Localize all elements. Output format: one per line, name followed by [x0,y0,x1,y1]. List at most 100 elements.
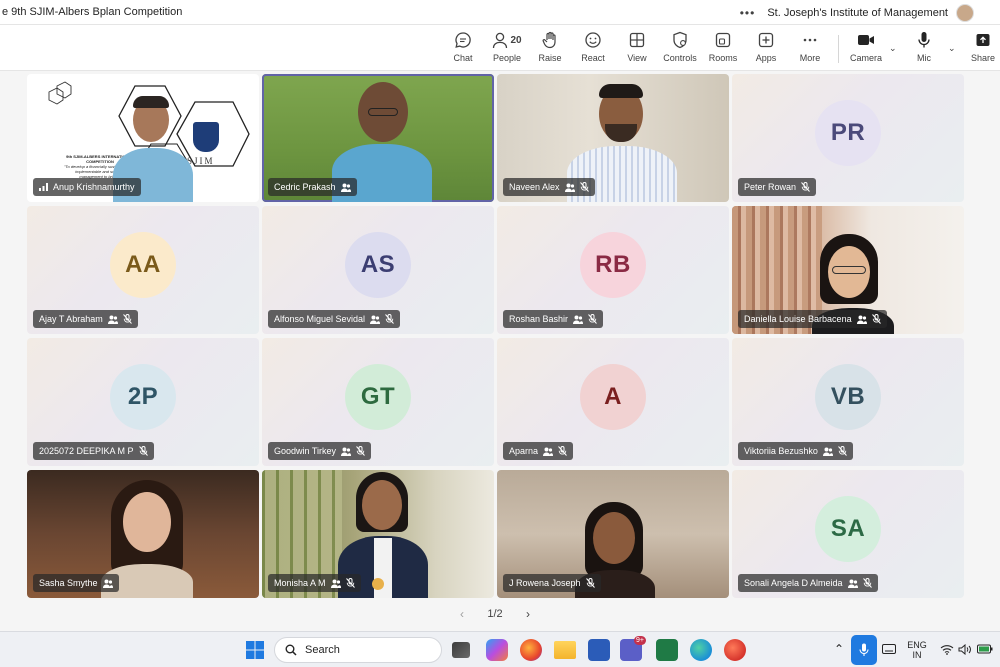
keyboard-icon[interactable] [882,644,896,654]
participant-tile[interactable]: J Rowena Joseph [497,470,729,598]
taskbar-search[interactable] [274,637,442,663]
mic-options-chevron-icon[interactable]: ⌄ [948,43,956,54]
smiley-icon [584,29,602,51]
people-shared-icon [573,315,584,324]
people-icon: 20 [492,29,522,51]
search-input[interactable] [305,644,425,656]
participant-name-tag: Sonali Angela D Almeida [738,574,878,592]
mic-muted-icon [345,578,355,588]
windows-start-icon[interactable] [244,639,266,661]
toolbar-divider [838,35,839,63]
apps-button[interactable]: Apps [753,29,779,67]
participant-name-tag: 2025072 DEEPIKA M P [33,442,154,460]
previous-page-chevron-icon[interactable]: ‹ [460,607,464,621]
people-shared-icon [107,315,118,324]
reaction-emoji-icon [372,578,384,590]
mic-muted-icon [871,314,881,324]
participant-tile[interactable]: Naveen Alex [497,74,729,202]
mic-muted-icon [588,314,597,324]
participant-tile[interactable]: RB Roshan Bashir [497,206,729,334]
participant-name-tag: Ajay T Abraham [33,310,138,328]
user-avatar[interactable] [956,3,974,22]
react-button[interactable]: React [580,29,606,67]
show-hidden-icons-chevron-icon[interactable]: ⌃ [834,642,844,656]
participant-tile[interactable]: 2P 2025072 DEEPIKA M P [27,338,259,466]
language-indicator[interactable]: ENG IN [904,640,930,660]
meeting-title: e 9th SJIM-Albers Bplan Competition [2,6,183,18]
battery-icon[interactable] [977,644,993,654]
rooms-icon [715,29,731,51]
teams-notification-badge: 9+ [634,636,646,645]
participant-tile[interactable]: GT Goodwin Tirkey [262,338,494,466]
participant-name-tag: Monisha A M [268,574,361,592]
participant-avatar-initials: A [580,364,646,430]
people-shared-icon [847,579,858,588]
participant-name-tag: Naveen Alex [503,178,595,196]
participant-avatar-initials: VB [815,364,881,430]
participant-tile[interactable]: Monisha A M [262,470,494,598]
ellipsis-icon [802,29,818,51]
more-options-icon[interactable]: ••• [740,6,756,20]
participant-name-tag: Roshan Bashir [503,310,604,328]
view-button[interactable]: View [624,29,650,67]
signal-bars-icon [39,183,48,191]
raise-hand-button[interactable]: Raise [537,29,563,67]
copilot-icon[interactable] [486,639,508,661]
participant-tile[interactable]: AA Ajay T Abraham [27,206,259,334]
people-shared-icon [102,579,113,588]
mic-muted-icon [838,446,847,456]
more-button[interactable]: More [796,29,824,67]
mic-muted-icon [138,446,148,456]
participant-name-tag: Viktoriia Bezushko [738,442,853,460]
rooms-button[interactable]: Rooms [709,29,737,67]
participant-tile[interactable]: Sasha Smythe [27,470,259,598]
voice-typing-button[interactable] [851,635,877,665]
people-button[interactable]: 20 People [491,29,523,67]
controls-button[interactable]: Controls [662,29,698,67]
camera-options-chevron-icon[interactable]: ⌄ [889,43,897,54]
participant-avatar-initials: GT [345,364,411,430]
plus-box-icon [758,29,774,51]
chat-icon [454,29,472,51]
volume-icon[interactable] [958,644,972,655]
people-shared-icon [564,183,575,192]
participant-tile[interactable]: SA Sonali Angela D Almeida [732,470,964,598]
participant-name-tag: Aparna [503,442,574,460]
grid-pager: ‹ 1/2 › [460,606,530,622]
participant-tile[interactable]: VB Viktoriia Bezushko [732,338,964,466]
participant-tile[interactable]: PR Peter Rowan [732,74,964,202]
participant-name-tag: Daniella Louise Barbacena [738,310,887,328]
participant-avatar-initials: PR [815,100,881,166]
participant-tile-active-speaker[interactable]: Cedric Prakash [262,74,494,202]
participant-tile[interactable]: Daniella Louise Barbacena [732,206,964,334]
participant-avatar-initials: SA [815,496,881,562]
chat-button[interactable]: Chat [449,29,477,67]
task-view-icon[interactable] [452,642,470,658]
excel-icon[interactable] [656,639,678,661]
participant-tile[interactable]: SJIM 9th SJIM-ALBERS INTERNATIONAL COMPE… [27,74,259,202]
mic-button[interactable]: Mic [912,29,936,67]
page-indicator: 1/2 [487,608,503,620]
participant-avatar-initials: RB [580,232,646,298]
participant-avatar-initials: 2P [110,364,176,430]
participant-tile[interactable]: A Aparna [497,338,729,466]
grid-view-icon [629,29,645,51]
title-bar: e 9th SJIM-Albers Bplan Competition ••• … [0,0,1000,25]
word-icon[interactable] [588,639,610,661]
next-page-chevron-icon[interactable]: › [526,607,530,621]
mic-muted-icon [122,314,132,324]
people-shared-icon [341,447,352,456]
participant-name-tag: Alfonso Miguel Sevidal [268,310,401,328]
firefox-icon[interactable] [520,639,542,661]
app-icon[interactable] [724,639,746,661]
search-icon [285,644,297,656]
participant-tile[interactable]: AS Alfonso Miguel Sevidal [262,206,494,334]
wifi-icon[interactable] [940,644,954,655]
file-explorer-icon[interactable] [554,641,576,659]
people-count: 20 [510,34,522,46]
share-button[interactable]: Share [970,29,996,67]
edge-icon[interactable] [690,639,712,661]
people-shared-icon [330,579,341,588]
camera-button[interactable]: Camera [848,29,884,67]
meeting-toolbar: Chat 20 People Raise React View Controls [0,25,1000,71]
